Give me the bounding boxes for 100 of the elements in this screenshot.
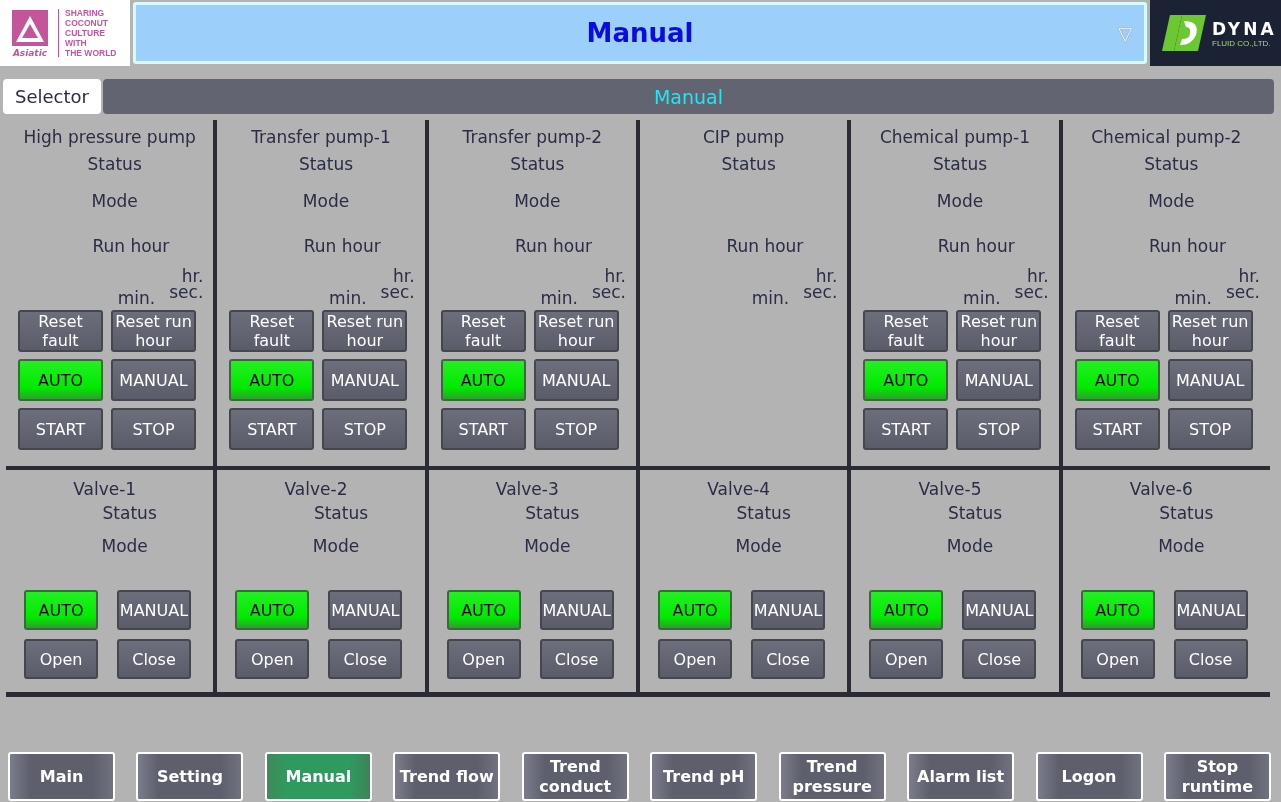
mode-button-active[interactable]: AUTO: [229, 359, 315, 401]
control-button[interactable]: MANUAL: [533, 359, 619, 401]
control-button[interactable]: Reset fault: [18, 310, 103, 352]
control-button[interactable]: Close: [1173, 639, 1248, 679]
unit-label: min.: [329, 290, 367, 306]
control-button[interactable]: STOP: [1167, 408, 1253, 450]
status-label: Status: [297, 153, 355, 176]
control-button[interactable]: MANUAL: [322, 359, 408, 401]
control-button[interactable]: MANUAL: [111, 359, 196, 401]
control-button[interactable]: STOP: [533, 408, 619, 450]
control-button[interactable]: Close: [962, 639, 1037, 679]
unit-label: min.: [963, 290, 1001, 306]
control-button[interactable]: START: [18, 408, 103, 450]
pump-name: CIP pump: [701, 126, 786, 149]
mode-button-active[interactable]: AUTO: [863, 359, 949, 401]
control-button[interactable]: Close: [539, 639, 614, 679]
unit-label: sec.: [591, 284, 626, 300]
pump-name: Chemical pump-2: [1090, 126, 1243, 149]
control-button[interactable]: Reset run hour: [956, 310, 1042, 352]
logo-tagline-text: SHARING: [65, 8, 106, 18]
control-button[interactable]: START: [229, 408, 315, 450]
unit-label: hr.: [604, 268, 626, 284]
control-button[interactable]: Reset fault: [440, 310, 526, 352]
control-button[interactable]: MANUAL: [956, 359, 1042, 401]
nav-button[interactable]: Trend pressure: [778, 752, 886, 801]
control-button[interactable]: Reset run hour: [1167, 310, 1253, 352]
nav-button[interactable]: Main: [8, 752, 115, 801]
nav-button[interactable]: Trend flow: [393, 752, 501, 801]
mode-button-active[interactable]: AUTO: [235, 590, 310, 630]
control-button[interactable]: Reset run hour: [111, 310, 196, 352]
control-button[interactable]: MANUAL: [962, 590, 1037, 630]
status-label: Status: [735, 503, 792, 523]
logo-tagline-text: CULTURE: [65, 28, 106, 38]
valve-name: Valve-6: [1128, 478, 1194, 501]
mode-button-active[interactable]: AUTO: [440, 359, 526, 401]
unit-label: hr.: [393, 268, 415, 284]
selector-tab[interactable]: Selector: [3, 79, 101, 114]
valve-name: Valve-3: [494, 478, 560, 501]
d-logo-icon: [1162, 13, 1208, 53]
section-title-bar: Manual: [103, 79, 1274, 114]
control-button[interactable]: MANUAL: [539, 590, 614, 630]
status-label: Status: [524, 503, 581, 523]
valve-name: Valve-5: [917, 478, 983, 501]
unit-label: hr.: [1027, 268, 1049, 284]
control-button[interactable]: MANUAL: [328, 590, 403, 630]
control-button[interactable]: STOP: [111, 408, 196, 450]
mode-label: Mode: [312, 535, 360, 556]
control-button[interactable]: Reset run hour: [533, 310, 619, 352]
mode-button-active[interactable]: AUTO: [24, 590, 98, 630]
control-button[interactable]: Reset fault: [229, 310, 315, 352]
control-button[interactable]: Open: [1080, 639, 1155, 679]
control-button[interactable]: Open: [235, 639, 310, 679]
unit-label: sec.: [1225, 284, 1260, 300]
nav-button[interactable]: Setting: [136, 752, 244, 801]
control-button[interactable]: MANUAL: [1167, 359, 1253, 401]
screen-title: Manual: [586, 18, 694, 48]
control-button[interactable]: Reset fault: [863, 310, 949, 352]
status-label: Status: [931, 153, 989, 176]
mode-button-active[interactable]: AUTO: [18, 359, 103, 401]
control-button[interactable]: Close: [328, 639, 403, 679]
control-button[interactable]: Close: [751, 639, 825, 679]
control-button[interactable]: Open: [869, 639, 944, 679]
status-label: Status: [1143, 153, 1200, 176]
control-button[interactable]: Open: [24, 639, 98, 679]
nav-button[interactable]: Trend pH: [650, 752, 758, 801]
mode-button-active[interactable]: AUTO: [1074, 359, 1160, 401]
control-button[interactable]: Reset fault: [1074, 310, 1160, 352]
control-button[interactable]: Close: [117, 639, 191, 679]
mode-button-active[interactable]: AUTO: [658, 590, 732, 630]
mode-button-active[interactable]: AUTO: [446, 590, 521, 630]
nav-button[interactable]: Alarm list: [907, 752, 1015, 801]
unit-label: hr.: [181, 268, 204, 284]
control-button[interactable]: MANUAL: [1173, 590, 1248, 630]
mode-label: Mode: [946, 535, 994, 556]
control-button[interactable]: Open: [446, 639, 521, 679]
control-button[interactable]: START: [1074, 408, 1160, 450]
control-button[interactable]: MANUAL: [117, 590, 191, 630]
run-hour-label: Run hour: [1149, 235, 1226, 256]
screen-dropdown[interactable]: Manual ▽: [133, 2, 1147, 64]
mode-button-active[interactable]: AUTO: [869, 590, 944, 630]
status-label: Status: [86, 153, 143, 176]
logo-tagline-text: WITH: [65, 38, 88, 48]
nav-button[interactable]: Stop runtime: [1163, 752, 1271, 801]
pump-name: Chemical pump-1: [878, 126, 1032, 149]
run-hour-label: Run hour: [937, 235, 1015, 256]
control-button[interactable]: Open: [658, 639, 732, 679]
dropdown-arrow-icon: ▽: [1118, 23, 1132, 44]
control-button[interactable]: START: [863, 408, 949, 450]
control-button[interactable]: STOP: [322, 408, 408, 450]
control-button[interactable]: Reset run hour: [322, 310, 408, 352]
mode-label: Mode: [524, 535, 571, 556]
nav-button[interactable]: Manual: [264, 752, 372, 801]
control-button[interactable]: STOP: [956, 408, 1042, 450]
mode-label: Mode: [936, 190, 984, 211]
nav-button[interactable]: Logon: [1035, 752, 1143, 801]
mode-button-active[interactable]: AUTO: [1080, 590, 1155, 630]
pump-name: Transfer pump-1: [250, 126, 392, 149]
nav-button[interactable]: Trend conduct: [521, 752, 629, 801]
control-button[interactable]: MANUAL: [751, 590, 825, 630]
control-button[interactable]: START: [440, 408, 526, 450]
